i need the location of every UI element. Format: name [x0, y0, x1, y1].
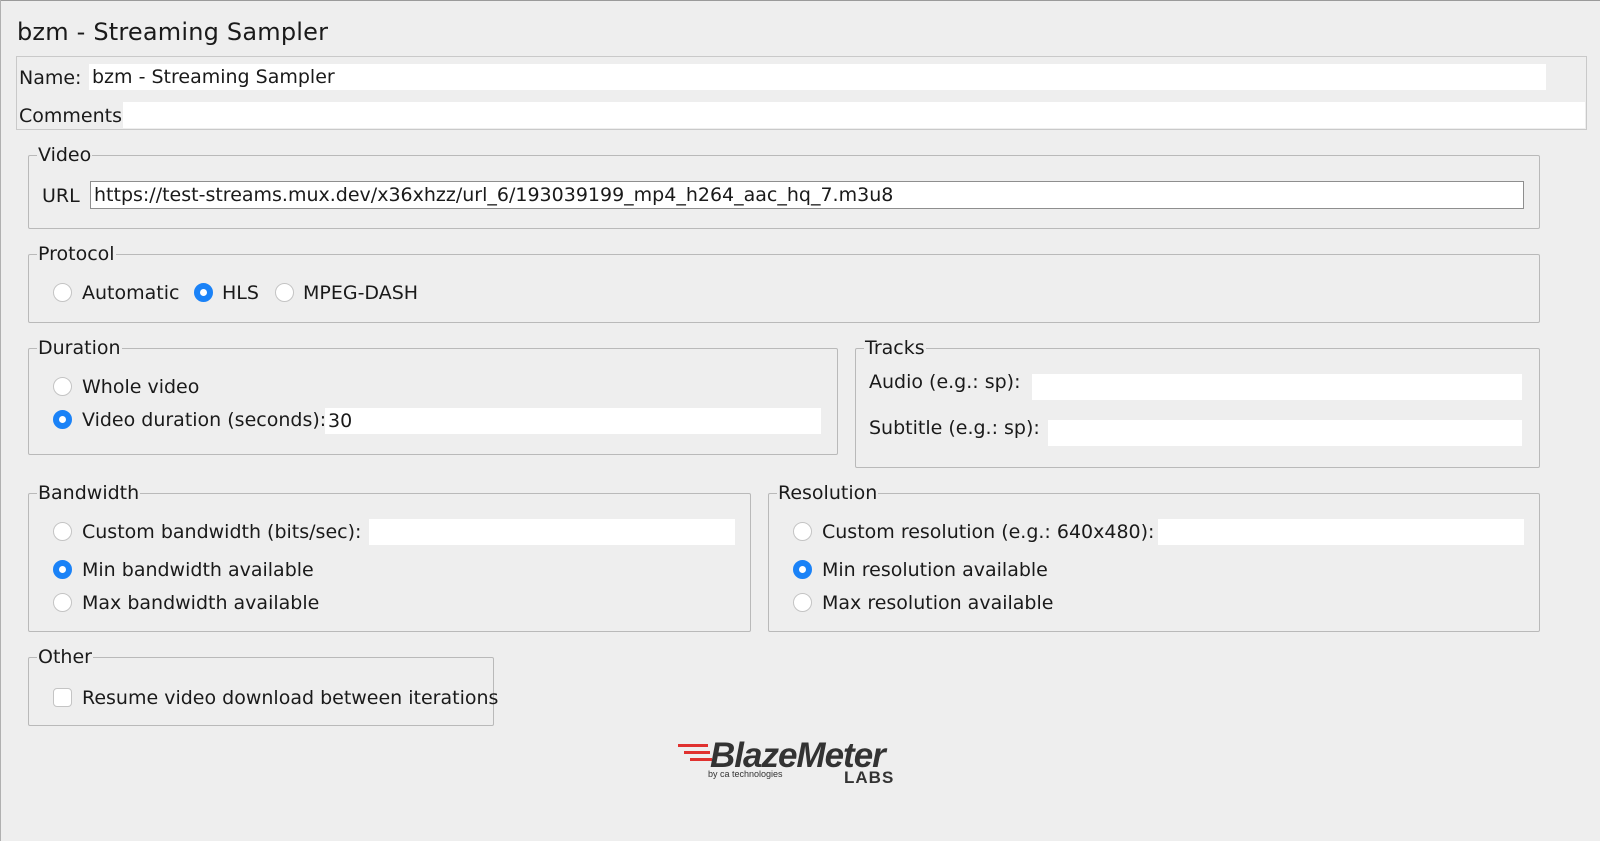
mpeg-dash-radio[interactable]: [275, 283, 294, 302]
duration-legend: Duration: [38, 337, 121, 359]
hls-label: HLS: [222, 282, 259, 304]
mpeg-dash-label: MPEG-DASH: [303, 282, 419, 304]
custom-bandwidth-radio[interactable]: [53, 522, 72, 541]
min-resolution-radio[interactable]: [793, 560, 812, 579]
url-label: URL: [42, 185, 80, 207]
url-field[interactable]: https://test-streams.mux.dev/x36xhzz/url…: [90, 181, 1524, 209]
tracks-group: Tracks Audio (e.g.: sp): Subtitle (e.g.:…: [855, 338, 1540, 468]
audio-label: Audio (e.g.: sp):: [869, 371, 1021, 393]
custom-bandwidth-label: Custom bandwidth (bits/sec):: [82, 521, 362, 543]
resume-download-label: Resume video download between iterations: [82, 687, 499, 709]
automatic-radio[interactable]: [53, 283, 72, 302]
video-duration-label: Video duration (seconds):: [82, 409, 327, 431]
logo-byline-text: by ca technologies: [708, 769, 783, 779]
resume-download-checkbox[interactable]: [53, 688, 72, 707]
blazemeter-labs-logo: BlazeMeter by ca technologies LABS: [676, 736, 906, 796]
page-title: bzm - Streaming Sampler: [17, 18, 329, 46]
bandwidth-group: Bandwidth Custom bandwidth (bits/sec): M…: [28, 483, 751, 632]
max-resolution-label: Max resolution available: [822, 592, 1054, 614]
max-bandwidth-label: Max bandwidth available: [82, 592, 320, 614]
window-top-border: [0, 0, 1600, 1]
whole-video-radio[interactable]: [53, 377, 72, 396]
min-resolution-label: Min resolution available: [822, 559, 1048, 581]
other-legend: Other: [38, 646, 92, 668]
custom-resolution-radio[interactable]: [793, 522, 812, 541]
comments-label: Comments:: [19, 105, 129, 127]
hls-radio[interactable]: [194, 283, 213, 302]
custom-bandwidth-field[interactable]: [369, 519, 735, 545]
video-duration-field[interactable]: 30: [325, 408, 821, 434]
video-legend: Video: [38, 144, 92, 166]
min-bandwidth-label: Min bandwidth available: [82, 559, 314, 581]
custom-resolution-field[interactable]: [1158, 519, 1524, 545]
max-resolution-radio[interactable]: [793, 593, 812, 612]
name-label: Name:: [19, 67, 82, 89]
window-left-border: [0, 0, 1, 841]
video-group: Video URL https://test-streams.mux.dev/x…: [28, 145, 1540, 229]
min-bandwidth-radio[interactable]: [53, 560, 72, 579]
protocol-legend: Protocol: [38, 243, 115, 265]
subtitle-field[interactable]: [1048, 420, 1522, 446]
bandwidth-legend: Bandwidth: [38, 482, 140, 504]
whole-video-label: Whole video: [82, 376, 200, 398]
name-field[interactable]: bzm - Streaming Sampler: [89, 64, 1546, 90]
automatic-label: Automatic: [82, 282, 180, 304]
name-comments-panel: Name: bzm - Streaming Sampler Comments:: [16, 56, 1587, 130]
comments-field[interactable]: [123, 102, 1585, 128]
tracks-legend: Tracks: [865, 337, 925, 359]
resolution-group: Resolution Custom resolution (e.g.: 640x…: [768, 483, 1540, 632]
resolution-legend: Resolution: [778, 482, 878, 504]
duration-group: Duration Whole video Video duration (sec…: [28, 338, 838, 455]
custom-resolution-label: Custom resolution (e.g.: 640x480):: [822, 521, 1155, 543]
video-duration-radio[interactable]: [53, 410, 72, 429]
max-bandwidth-radio[interactable]: [53, 593, 72, 612]
subtitle-label: Subtitle (e.g.: sp):: [869, 417, 1040, 439]
other-group: Other Resume video download between iter…: [28, 646, 498, 726]
audio-field[interactable]: [1032, 374, 1522, 400]
protocol-group: Protocol Automatic HLS MPEG-DASH: [28, 244, 1540, 323]
logo-labs-text: LABS: [844, 768, 895, 787]
